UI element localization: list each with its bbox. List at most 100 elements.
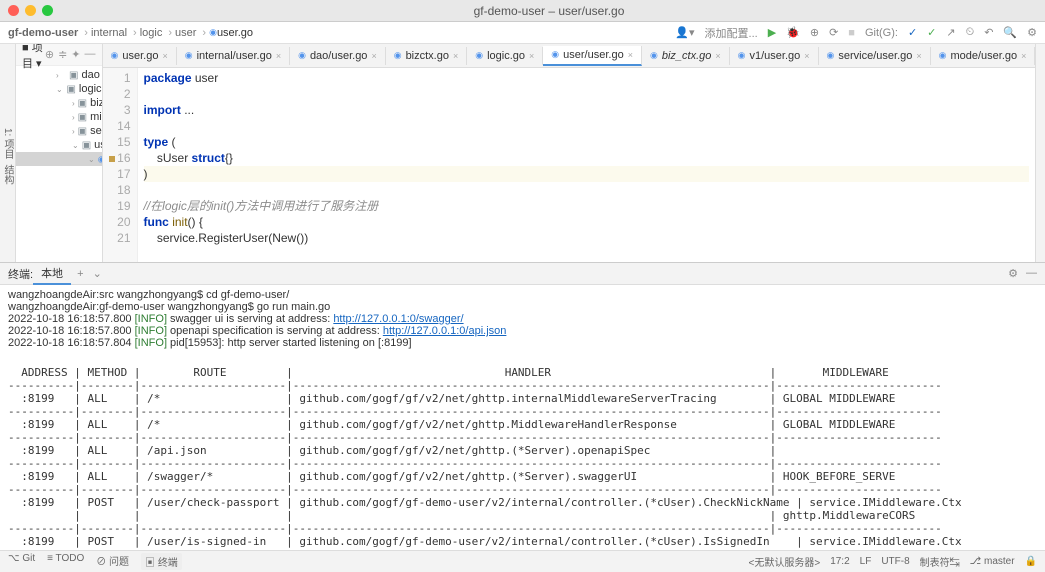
terminal-settings-icon[interactable]: ⚙	[1008, 267, 1018, 280]
editor-tab[interactable]: ◉bizctx.go×	[386, 47, 468, 65]
editor-tab[interactable]: ◉service/user.go×	[819, 47, 931, 65]
status-git[interactable]: ⌥ Git	[8, 553, 35, 570]
back-icon[interactable]: ↶	[984, 26, 993, 39]
sidebar-item[interactable]: mIsNicknameAvailable(c	[16, 208, 103, 222]
profile-icon[interactable]: ⟳	[829, 26, 838, 39]
sidebar-folder[interactable]: ⌄▣user	[16, 138, 102, 152]
code-line[interactable]: func init() {	[144, 214, 1030, 230]
breadcrumb-segment[interactable]: logic	[140, 27, 163, 39]
sidebar-item[interactable]: mIsPassportAvailable(co	[16, 222, 103, 236]
terminal-tab-local[interactable]: 本地	[33, 263, 71, 285]
sidebar-item[interactable]: mCreate(context.Contex	[16, 166, 103, 180]
collapse-icon[interactable]: ✦	[71, 48, 80, 61]
coverage-icon[interactable]: ⊕	[810, 26, 819, 39]
editor-tab[interactable]: ◉mode/user.go×	[931, 47, 1036, 65]
openapi-url-link[interactable]: http://127.0.0.1:0/api.json	[383, 325, 507, 337]
breadcrumb-file[interactable]: user.go	[217, 27, 253, 39]
editor-tab[interactable]: ◉dao/user.go×	[290, 47, 386, 65]
tab-label: user/user.go	[563, 49, 624, 61]
editor-tab[interactable]: ◉biz_ctx.go×	[642, 47, 730, 65]
editor-tab[interactable]: ◉internal/user.go×	[177, 47, 290, 65]
breadcrumb-root[interactable]: gf-demo-user	[8, 27, 78, 39]
right-tool-window[interactable]	[1035, 44, 1045, 262]
editor-tab[interactable]: ◉v1/user.go×	[730, 47, 819, 65]
status-encoding[interactable]: UTF-8	[881, 556, 909, 567]
route-table: ADDRESS | METHOD | ROUTE | HANDLER | MID…	[8, 353, 1037, 550]
code-line[interactable]: import ...	[144, 102, 1030, 118]
sidebar-folder[interactable]: ›▣middleware	[16, 110, 102, 124]
gutter-line: 17	[103, 166, 131, 182]
gutter-line: 15	[103, 134, 131, 150]
gutter-line: 21	[103, 230, 131, 246]
code-line[interactable]: sUser struct{}	[144, 150, 1030, 166]
git-commit-icon[interactable]: ✓	[927, 26, 936, 39]
close-tab-icon[interactable]: ×	[162, 51, 167, 61]
status-no-server[interactable]: <无默认服务器>	[749, 554, 821, 569]
status-problems[interactable]: ⊘ 问题	[96, 553, 129, 570]
search-icon[interactable]: 🔍	[1003, 26, 1017, 39]
settings-icon[interactable]: ⚙	[1027, 26, 1037, 39]
run-icon[interactable]: ▶	[768, 26, 776, 39]
tab-label: bizctx.go	[406, 50, 449, 62]
sidebar-item[interactable]: mIsSignedIn(context.Co	[16, 236, 103, 250]
close-tab-icon[interactable]: ×	[715, 51, 720, 61]
code-line[interactable]	[144, 118, 1030, 134]
close-window-icon[interactable]	[8, 5, 19, 16]
code-line[interactable]	[144, 246, 1030, 262]
status-lock-icon[interactable]: 🔒	[1025, 556, 1037, 567]
tab-label: v1/user.go	[749, 50, 800, 62]
code-line[interactable]	[144, 86, 1030, 102]
code-line[interactable]: )	[144, 166, 1030, 182]
close-tab-icon[interactable]: ×	[371, 51, 376, 61]
expand-icon[interactable]: ≑	[58, 48, 67, 61]
status-position[interactable]: 17:2	[830, 556, 849, 567]
close-tab-icon[interactable]: ×	[804, 51, 809, 61]
terminal-hide-icon[interactable]: —	[1026, 267, 1037, 280]
sidebar-item[interactable]: finit()	[16, 194, 103, 208]
close-tab-icon[interactable]: ×	[628, 50, 633, 60]
code-line[interactable]: service.RegisterUser(New())	[144, 230, 1030, 246]
editor-tab[interactable]: ◉logic.go×	[467, 47, 543, 65]
close-tab-icon[interactable]: ×	[453, 51, 458, 61]
git-push-icon[interactable]: ↗	[946, 26, 955, 39]
breadcrumb-segment[interactable]: internal	[91, 27, 127, 39]
breadcrumb-segment[interactable]: user	[175, 27, 196, 39]
sidebar-folder[interactable]: ›▣session	[16, 124, 102, 138]
status-terminal[interactable]: ▣ 终端	[141, 553, 182, 570]
terminal-add-tab[interactable]: + ⌄	[77, 267, 102, 280]
tab-label: logic.go	[487, 50, 525, 62]
close-tab-icon[interactable]: ×	[529, 51, 534, 61]
hide-icon[interactable]: —	[85, 48, 96, 61]
close-tab-icon[interactable]: ×	[916, 51, 921, 61]
status-todo[interactable]: ≡ TODO	[47, 553, 84, 570]
terminal-line: 2022-10-18 16:18:57.800 [INFO] swagger u…	[8, 313, 1037, 325]
sidebar-folder[interactable]: ›▣bizctx	[16, 96, 102, 110]
user-icon[interactable]: 👤▾	[675, 26, 694, 39]
code-line[interactable]: package user	[144, 70, 1030, 86]
left-tool-structure[interactable]: 1: 项目 结构	[0, 44, 16, 262]
code-line[interactable]: //在logic层的init()方法中调用进行了服务注册	[144, 198, 1030, 214]
gutter-line: 20	[103, 214, 131, 230]
close-tab-icon[interactable]: ×	[1021, 51, 1026, 61]
chevron-icon: ⌄	[88, 155, 95, 164]
sidebar-item[interactable]: ⌄◉user.go	[16, 152, 102, 166]
maximize-window-icon[interactable]	[42, 5, 53, 16]
minimize-window-icon[interactable]	[25, 5, 36, 16]
sidebar-folder[interactable]: ⌄▣logic	[16, 82, 102, 96]
editor-tab[interactable]: ◉user/user.go×	[543, 46, 642, 66]
status-line-sep[interactable]: LF	[860, 556, 872, 567]
git-update-icon[interactable]: ✓	[908, 26, 917, 39]
stop-icon[interactable]: ■	[848, 27, 855, 39]
editor-tab[interactable]: ◉user.go×	[103, 47, 177, 65]
close-tab-icon[interactable]: ×	[276, 51, 281, 61]
add-config-button[interactable]: 添加配置...	[705, 25, 758, 41]
status-branch[interactable]: ⎇ master	[970, 556, 1015, 567]
status-indent[interactable]: 制表符↹	[920, 554, 960, 569]
swagger-url-link[interactable]: http://127.0.0.1:0/swagger/	[333, 313, 463, 325]
git-history-icon[interactable]: ⏲	[966, 26, 975, 39]
code-line[interactable]	[144, 182, 1030, 198]
select-opened-icon[interactable]: ⊕	[45, 48, 54, 61]
sidebar-item[interactable]: mGetProfile(context.Con	[16, 180, 103, 194]
debug-icon[interactable]: 🐞	[786, 26, 800, 39]
code-line[interactable]: type (	[144, 134, 1030, 150]
